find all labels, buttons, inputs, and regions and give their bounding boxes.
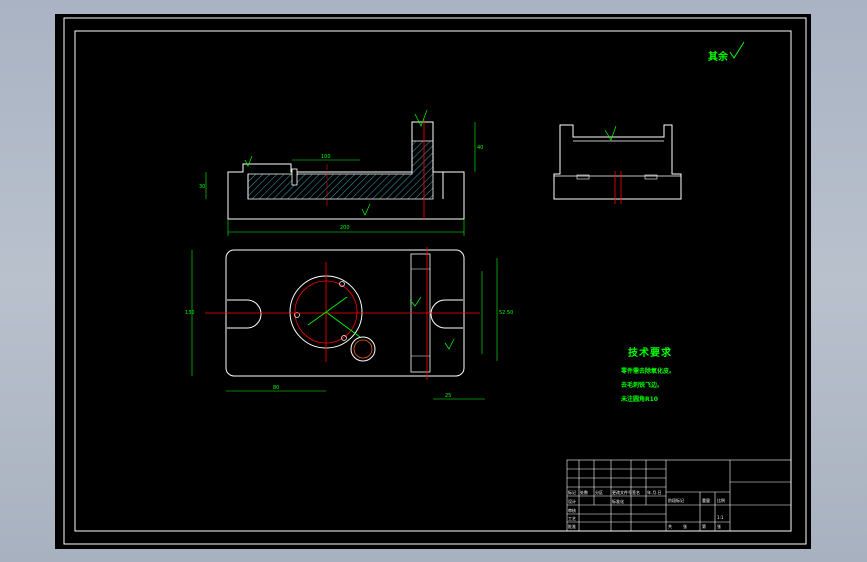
svg-text:80: 80: [273, 385, 279, 391]
svg-text:标准化: 标准化: [612, 498, 624, 504]
svg-text:分区: 分区: [595, 489, 603, 495]
svg-text:其余: 其余: [708, 50, 729, 63]
svg-text:张: 张: [683, 523, 687, 529]
title-block-labels: 标记 处数 分区 更改文件号 签名 年.月.日 设计 审核 工艺 批准 标准化 …: [568, 489, 725, 529]
inner-border: [74, 30, 792, 532]
plan-view: 130 80 52.50 25: [185, 247, 513, 400]
svg-text:52.50: 52.50: [499, 310, 513, 316]
side-view: [553, 124, 682, 204]
cad-viewport[interactable]: 其余 200 100 30 40 130 80 52.50 25 标记 处数 分…: [55, 14, 811, 549]
svg-text:工艺: 工艺: [568, 516, 576, 521]
svg-text:设计: 设计: [568, 498, 576, 504]
svg-text:重量: 重量: [702, 497, 710, 503]
svg-text:审核: 审核: [568, 507, 576, 513]
technical-requirement-3: 未注圆角R10: [621, 396, 658, 403]
svg-text:100: 100: [321, 154, 331, 160]
roughness-symbol: 其余: [708, 41, 745, 63]
svg-text:阶段标记: 阶段标记: [668, 497, 684, 503]
technical-requirements-title: 技术要求: [628, 348, 672, 359]
svg-text:共: 共: [668, 523, 672, 529]
svg-text:标记: 标记: [568, 489, 576, 495]
technical-requirement-2: 去毛刺锐飞边。: [621, 382, 664, 389]
svg-text:40: 40: [477, 145, 483, 151]
svg-text:处数: 处数: [580, 489, 588, 495]
svg-text:第: 第: [702, 523, 706, 529]
svg-text:张: 张: [717, 523, 721, 529]
svg-text:200: 200: [340, 225, 350, 231]
svg-text:比例: 比例: [717, 497, 725, 503]
svg-text:更改文件号: 更改文件号: [612, 489, 632, 495]
svg-text:年.月.日: 年.月.日: [647, 489, 662, 495]
technical-requirement-1: 零件需去除氧化皮。: [621, 368, 676, 375]
svg-text:1:1: 1:1: [717, 515, 724, 520]
svg-text:130: 130: [185, 310, 195, 316]
title-block: [566, 459, 792, 532]
svg-text:25: 25: [445, 393, 451, 399]
svg-text:30: 30: [199, 184, 205, 190]
outer-border: [63, 17, 807, 545]
svg-text:签名: 签名: [632, 489, 640, 495]
front-view: 200 100 30 40: [199, 109, 483, 236]
svg-text:批准: 批准: [568, 523, 576, 529]
cad-drawing: 其余 200 100 30 40 130 80 52.50 25 标记 处数 分…: [63, 17, 807, 545]
